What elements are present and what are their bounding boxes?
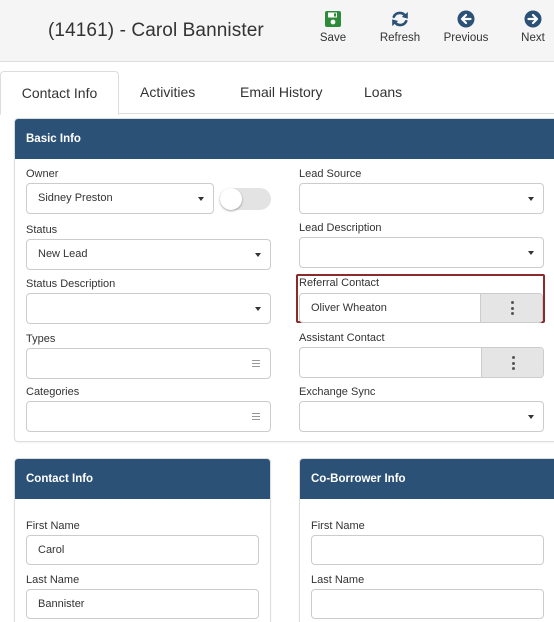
kebab-menu-icon [511,312,514,315]
next-label: Next [521,32,545,44]
kebab-menu-icon [512,361,515,365]
tab-contact-info[interactable]: Contact Info [0,71,119,115]
refresh-icon [392,11,408,27]
owner-toggle[interactable] [220,188,271,210]
dropdown-caret-icon [255,307,261,311]
lead-description-label: Lead Description [299,222,382,234]
status-select[interactable]: New Lead [26,239,271,270]
referral-contact-menu-button[interactable] [480,294,542,322]
owner-select[interactable]: Sidney Preston [26,183,214,214]
tab-activities[interactable]: Activities [140,71,195,114]
co-borrower-first-name-input[interactable] [311,535,544,565]
status-description-label: Status Description [26,278,116,290]
dropdown-caret-icon [255,253,261,257]
first-name-input[interactable]: Carol [26,535,259,565]
record-header: (14161) - Carol Bannister Save Refresh P… [0,0,554,62]
co-borrower-first-name-label: First Name [311,520,365,532]
categories-label: Categories [26,386,80,398]
owner-value: Sidney Preston [38,192,113,204]
assistant-contact-menu-button[interactable] [481,348,543,377]
last-name-input[interactable]: Bannister [26,589,259,619]
referral-contact-label: Referral Contact [299,277,380,289]
types-multiselect[interactable] [26,348,271,379]
first-name-value: Carol [38,544,65,556]
contact-info-heading: Contact Info [15,459,270,499]
lead-description-select[interactable] [299,237,544,268]
tab-email-history[interactable]: Email History [240,71,322,114]
types-label: Types [26,333,56,345]
save-icon [325,11,341,27]
basic-info-heading: Basic Info [15,119,554,159]
status-value: New Lead [38,248,88,260]
next-button[interactable]: Next [516,8,550,44]
co-borrower-last-name-input[interactable] [311,589,544,619]
kebab-menu-icon [511,301,514,304]
previous-icon [457,10,475,28]
dropdown-caret-icon [528,251,534,255]
status-description-select[interactable] [26,293,271,324]
previous-label: Previous [443,32,489,44]
referral-contact-field[interactable]: Oliver Wheaton [299,293,543,323]
refresh-button[interactable]: Refresh [376,8,424,44]
dropdown-caret-icon [528,197,534,201]
toggle-knob [220,188,242,210]
assistant-contact-label: Assistant Contact [299,332,385,344]
next-icon [524,10,542,28]
first-name-label: First Name [26,520,80,532]
dropdown-caret-icon [198,197,204,201]
lead-source-select[interactable] [299,183,544,214]
list-icon [252,413,260,420]
kebab-menu-icon [512,367,515,370]
kebab-menu-icon [511,306,514,310]
tab-loans[interactable]: Loans [364,71,402,114]
last-name-value: Bannister [38,598,85,610]
kebab-menu-icon [512,356,515,359]
owner-label: Owner [26,168,59,180]
co-borrower-info-heading: Co-Borrower Info [300,459,554,499]
previous-button[interactable]: Previous [440,8,492,44]
categories-multiselect[interactable] [26,401,271,432]
save-button[interactable]: Save [316,8,350,44]
exchange-sync-label: Exchange Sync [299,386,376,398]
exchange-sync-select[interactable] [299,401,544,432]
assistant-contact-field[interactable] [299,347,544,378]
status-label: Status [26,224,58,236]
referral-contact-value: Oliver Wheaton [311,302,387,314]
page-title: (14161) - Carol Bannister [48,20,264,41]
dropdown-caret-icon [528,415,534,419]
co-borrower-last-name-label: Last Name [311,574,365,586]
lead-source-label: Lead Source [299,168,362,180]
last-name-label: Last Name [26,574,80,586]
save-label: Save [319,32,347,44]
refresh-label: Refresh [379,32,421,44]
tab-bar: Contact Info Activities Email History Lo… [0,71,554,115]
list-icon [252,360,260,367]
